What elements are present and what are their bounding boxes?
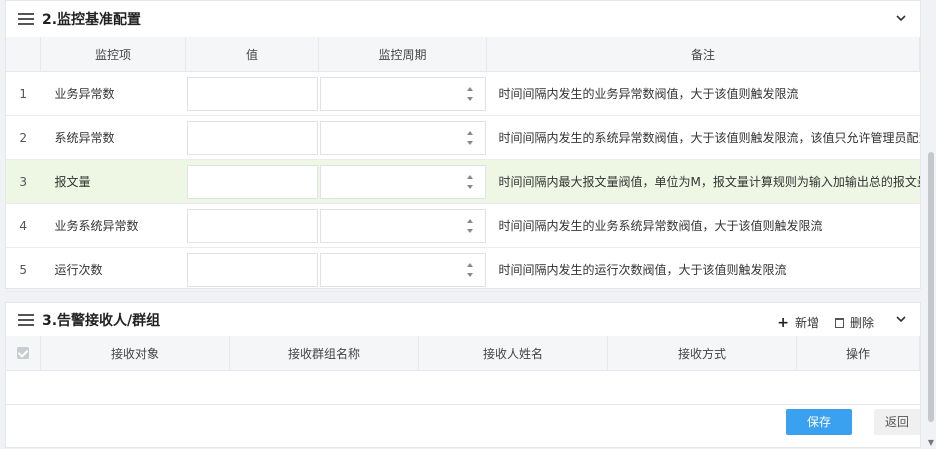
- trash-icon: [834, 317, 844, 328]
- table-row: 1 业务异常数 时间间隔内发生的业务异常数阀值，大于该值则触发限流: [6, 71, 920, 116]
- header-person: 接收人姓名: [418, 336, 608, 371]
- table-row: 4 业务系统异常数 时间间隔内发生的业务系统异常数阀值，大于该值则触发限流: [6, 203, 920, 248]
- monitor-item-name: 运行次数: [40, 247, 186, 292]
- add-button[interactable]: + 新增: [777, 314, 819, 331]
- header-select-all[interactable]: [6, 336, 41, 371]
- header-group: 接收群组名称: [229, 336, 419, 371]
- value-input[interactable]: [186, 208, 318, 243]
- note-text: 时间间隔内发生的系统异常数阀值，大于该值则触发限流，该值只允许管理员配置: [486, 115, 920, 160]
- alert-recipients-panel: 3.告警接收人/群组 + 新增 删除 接收对象 接收群组名称 接收人姓名 接收方…: [5, 302, 921, 448]
- chevron-down-icon[interactable]: [894, 11, 908, 25]
- monitor-baseline-panel: 2.监控基准配置 监控项 值 监控周期 备注 1 业务异常数 时间间隔内发生的业…: [5, 0, 921, 292]
- monitor-item-name: 系统异常数: [40, 115, 186, 160]
- monitor-item-name: 业务系统异常数: [40, 203, 186, 248]
- spinner-icon[interactable]: [466, 262, 475, 278]
- toolbar: + 新增 删除: [777, 314, 874, 331]
- header-action: 操作: [796, 336, 920, 371]
- period-stepper[interactable]: [319, 164, 486, 199]
- header-period: 监控周期: [318, 37, 487, 72]
- header-item: 监控项: [40, 37, 186, 72]
- monitor-item-name: 报文量: [40, 159, 186, 204]
- period-stepper[interactable]: [319, 120, 486, 155]
- note-text: 时间间隔内发生的业务系统异常数阀值，大于该值则触发限流: [486, 203, 920, 248]
- row-index: 5: [6, 247, 41, 292]
- scrollbar-thumb[interactable]: [928, 152, 934, 422]
- empty-table-body: [6, 371, 920, 405]
- header-method: 接收方式: [607, 336, 797, 371]
- back-button[interactable]: 返回: [874, 409, 920, 435]
- note-text: 时间间隔内发生的运行次数阀值，大于该值则触发限流: [486, 247, 920, 292]
- scroll-down-icon[interactable]: ▼: [928, 438, 934, 447]
- value-input[interactable]: [186, 120, 318, 155]
- delete-button[interactable]: 删除: [834, 314, 874, 331]
- delete-label: 删除: [849, 316, 874, 330]
- row-index: 3: [6, 159, 41, 204]
- note-text: 时间间隔内最大报文量阀值，单位为M，报文量计算规则为输入加输出总的报文量，大: [486, 159, 920, 204]
- row-index: 2: [6, 115, 41, 160]
- row-index: 1: [6, 71, 41, 116]
- table-row: 2 系统异常数 时间间隔内发生的系统异常数阀值，大于该值则触发限流，该值只允许管…: [6, 115, 920, 160]
- panel-title: 2.监控基准配置: [42, 12, 142, 28]
- header-value: 值: [185, 37, 319, 72]
- header-target: 接收对象: [40, 336, 230, 371]
- page-scrollbar[interactable]: ▼: [924, 0, 936, 449]
- menu-icon: [18, 13, 34, 25]
- row-index: 4: [6, 203, 41, 248]
- value-input[interactable]: [186, 76, 318, 111]
- add-label: 新增: [794, 316, 819, 330]
- menu-icon: [18, 313, 34, 326]
- period-stepper[interactable]: [319, 252, 486, 287]
- plus-icon: +: [777, 314, 789, 331]
- chevron-down-icon[interactable]: [894, 312, 908, 326]
- baseline-table: 监控项 值 监控周期 备注 1 业务异常数 时间间隔内发生的业务异常数阀值，大于…: [6, 37, 920, 292]
- value-input[interactable]: [186, 252, 318, 287]
- recipients-table: 接收对象 接收群组名称 接收人姓名 接收方式 操作: [6, 336, 920, 371]
- period-stepper[interactable]: [319, 76, 486, 111]
- spinner-icon[interactable]: [466, 86, 475, 102]
- spinner-icon[interactable]: [466, 218, 475, 234]
- table-row: 5 运行次数 时间间隔内发生的运行次数阀值，大于该值则触发限流: [6, 247, 920, 292]
- save-button[interactable]: 保存: [786, 409, 852, 435]
- header-note: 备注: [486, 37, 920, 72]
- spinner-icon[interactable]: [466, 174, 475, 190]
- panel-header: 3.告警接收人/群组 + 新增 删除: [6, 303, 920, 336]
- value-input[interactable]: [186, 164, 318, 199]
- monitor-item-name: 业务异常数: [40, 71, 186, 116]
- panel-title: 3.告警接收人/群组: [42, 312, 161, 329]
- header-index: [6, 37, 41, 72]
- checkbox-icon[interactable]: [17, 347, 29, 359]
- period-stepper[interactable]: [319, 208, 486, 243]
- table-row: 3 报文量 时间间隔内最大报文量阀值，单位为M，报文量计算规则为输入加输出总的报…: [6, 159, 920, 204]
- note-text: 时间间隔内发生的业务异常数阀值，大于该值则触发限流: [486, 71, 920, 116]
- spinner-icon[interactable]: [466, 130, 475, 146]
- panel-header: 2.监控基准配置: [6, 1, 920, 37]
